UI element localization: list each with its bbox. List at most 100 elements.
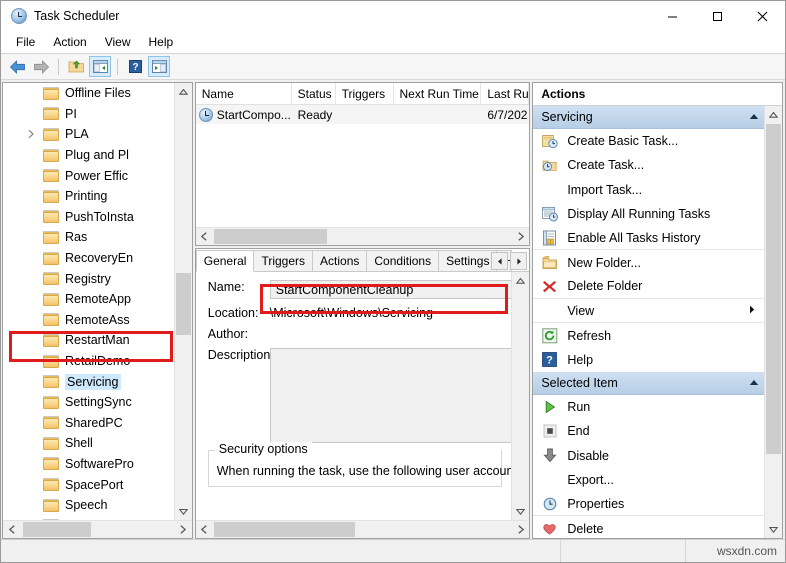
tree-item[interactable]: SpacePort xyxy=(3,474,175,495)
action-item-run[interactable]: Run xyxy=(533,395,765,419)
caret-up-icon[interactable] xyxy=(749,112,759,122)
action-item-enable-all-tasks-history[interactable]: ! Enable All Tasks History xyxy=(533,226,765,251)
details-horizontal-scrollbar[interactable] xyxy=(195,520,530,538)
scroll-down-arrow-icon[interactable] xyxy=(764,521,782,538)
tree-item[interactable]: Offline Files xyxy=(3,83,175,104)
tree-item[interactable]: RetailDemo xyxy=(3,351,175,372)
task-list-horizontal-scrollbar[interactable] xyxy=(195,227,530,245)
scroll-left-arrow-icon[interactable] xyxy=(196,228,213,245)
action-item-label: End xyxy=(567,424,590,439)
action-item-create-basic-task[interactable]: Create Basic Task... xyxy=(533,129,765,153)
tab-scroll-right-button[interactable] xyxy=(510,252,528,270)
chevron-right-icon[interactable] xyxy=(27,129,37,139)
tree-item[interactable]: Printing xyxy=(3,186,175,207)
tree-item[interactable]: Speech xyxy=(3,495,175,516)
back-button[interactable] xyxy=(6,56,28,77)
help-button[interactable]: ? xyxy=(124,56,146,77)
tree-item[interactable]: Power Effic xyxy=(3,165,175,186)
actions-vertical-scrollbar[interactable] xyxy=(763,106,782,538)
table-row[interactable]: StartCompo... Ready 6/7/202 xyxy=(195,105,530,124)
action-item-view[interactable]: View xyxy=(533,299,765,324)
action-item-properties[interactable]: Properties xyxy=(533,492,765,517)
actions-section-header[interactable]: Servicing xyxy=(533,106,765,129)
tree-item[interactable]: Plug and Pl xyxy=(3,145,175,166)
menu-view[interactable]: View xyxy=(96,33,140,51)
action-item-new-folder[interactable]: New Folder... xyxy=(533,250,765,274)
tree-item[interactable]: Shell xyxy=(3,433,175,454)
details-hscroll-thumb[interactable] xyxy=(213,522,355,537)
action-item-refresh[interactable]: Refresh xyxy=(533,323,765,347)
action-item-import-task[interactable]: Import Task... xyxy=(533,178,765,202)
tree-item[interactable]: PLA xyxy=(3,124,175,145)
window-controls xyxy=(650,1,785,31)
actions-section-header[interactable]: Selected Item xyxy=(533,371,765,395)
column-header[interactable]: Name xyxy=(196,83,292,104)
maximize-button[interactable] xyxy=(695,1,740,31)
forward-button[interactable] xyxy=(30,56,52,77)
tree-item[interactable]: PushToInsta xyxy=(3,207,175,228)
scroll-right-arrow-icon[interactable] xyxy=(512,521,529,538)
tab-triggers[interactable]: Triggers xyxy=(253,250,314,271)
description-textarea[interactable] xyxy=(269,348,512,443)
scroll-up-arrow-icon[interactable] xyxy=(764,106,782,123)
tab-conditions[interactable]: Conditions xyxy=(366,250,440,271)
details-vertical-scrollbar[interactable] xyxy=(511,272,530,520)
tab-scroll-left-button[interactable] xyxy=(491,252,509,270)
tree-hscroll-thumb[interactable] xyxy=(23,522,91,537)
scroll-left-arrow-icon[interactable] xyxy=(196,521,213,538)
column-header[interactable]: Triggers xyxy=(336,83,394,104)
tree-scroll-thumb[interactable] xyxy=(175,273,191,335)
tree-item[interactable]: RestartMan xyxy=(3,330,175,351)
action-item-export[interactable]: Export... xyxy=(533,468,765,492)
scroll-left-arrow-icon[interactable] xyxy=(3,521,20,538)
tree-item[interactable]: RemoteApp xyxy=(3,289,175,310)
caret-up-icon[interactable] xyxy=(749,378,759,388)
menu-action[interactable]: Action xyxy=(44,33,95,51)
tree-item[interactable]: SharedPC xyxy=(3,413,175,434)
show-hide-console-tree-button[interactable] xyxy=(89,56,111,77)
tree-item[interactable]: Servicing xyxy=(3,371,175,392)
scroll-down-arrow-icon[interactable] xyxy=(512,503,530,520)
minimize-button[interactable] xyxy=(650,1,695,31)
tree-item[interactable]: SettingSync xyxy=(3,392,175,413)
tree-item[interactable]: SoftwarePro xyxy=(3,454,175,475)
action-item-delete[interactable]: Delete xyxy=(533,516,765,538)
action-item-create-task[interactable]: Create Task... xyxy=(533,153,765,177)
action-item-end[interactable]: End xyxy=(533,419,765,443)
tree-item[interactable]: Registry xyxy=(3,268,175,289)
column-header-label: Next Run Time xyxy=(399,86,479,101)
tree-vertical-scrollbar[interactable] xyxy=(173,83,192,520)
scroll-down-arrow-icon[interactable] xyxy=(174,503,192,520)
tree-item[interactable]: Ras xyxy=(3,227,175,248)
menu-help[interactable]: Help xyxy=(140,33,183,51)
task-list-hscroll-thumb[interactable] xyxy=(213,229,327,244)
scroll-right-arrow-icon[interactable] xyxy=(512,228,529,245)
close-button[interactable] xyxy=(740,1,785,31)
menu-file[interactable]: File xyxy=(7,33,44,51)
tab-actions[interactable]: Actions xyxy=(312,250,368,271)
show-action-pane-button[interactable] xyxy=(148,56,170,77)
tree-item[interactable]: RecoveryEn xyxy=(3,248,175,269)
tree-horizontal-scrollbar[interactable] xyxy=(3,520,192,538)
up-one-level-button[interactable] xyxy=(65,56,87,77)
column-header[interactable]: Status xyxy=(292,83,336,104)
tab-label: General xyxy=(203,254,247,268)
actions-scroll-thumb[interactable] xyxy=(765,124,781,454)
tree-item[interactable]: RemoteAss xyxy=(3,310,175,331)
scroll-up-arrow-icon[interactable] xyxy=(512,272,530,289)
tab-settings[interactable]: Settings xyxy=(438,250,498,271)
action-item-display-all-running-tasks[interactable]: Display All Running Tasks xyxy=(533,202,765,226)
name-input[interactable]: StartComponentCleanup xyxy=(269,280,512,299)
action-item-disable[interactable]: Disable xyxy=(533,444,765,468)
scroll-right-arrow-icon[interactable] xyxy=(175,521,192,538)
action-item-delete-folder[interactable]: Delete Folder xyxy=(533,275,765,300)
action-item-help[interactable]: ? Help xyxy=(533,348,765,372)
tree-item-label: RetailDemo xyxy=(65,354,131,369)
tab-general[interactable]: General xyxy=(195,250,255,272)
scroll-up-arrow-icon[interactable] xyxy=(174,83,192,100)
title-bar: Task Scheduler xyxy=(1,1,785,31)
tree-item[interactable]: PI xyxy=(3,104,175,125)
column-header[interactable]: Next Run Time xyxy=(394,83,482,104)
column-header[interactable]: Last Ru xyxy=(481,83,530,104)
folder-icon xyxy=(43,107,59,121)
